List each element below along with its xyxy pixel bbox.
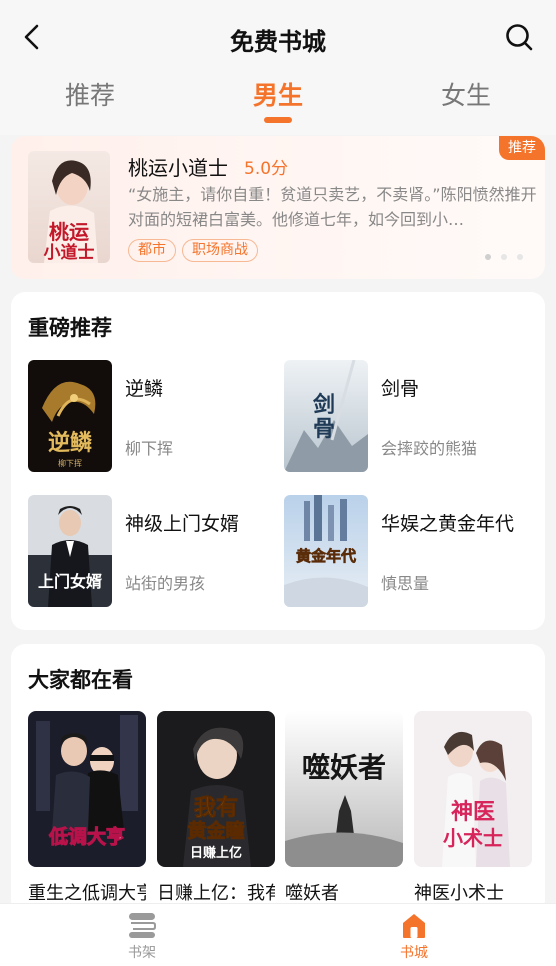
book-author: 会摔跤的熊猫 bbox=[381, 439, 478, 458]
book-title: 噬妖者 bbox=[285, 883, 339, 904]
book-title: 重生之低调大亨 bbox=[28, 883, 146, 904]
banner-cover-title: 桃运 bbox=[49, 220, 89, 244]
section-title: 重磅推荐 bbox=[28, 316, 112, 340]
tag-subgenre[interactable]: 职场商战 bbox=[182, 239, 258, 262]
book-cover[interactable]: 神医 小术士 bbox=[414, 711, 532, 867]
book-cover[interactable]: 噬妖者 bbox=[285, 711, 403, 867]
banner-book-cover[interactable]: 桃运 小道士 bbox=[28, 151, 110, 263]
section-title: 大家都在看 bbox=[28, 668, 133, 692]
popular-section: 大家都在看 低调大亨 重生之低调大亨 我有 黄金瞳 日赚上亿 日赚上亿：我有 噬… bbox=[11, 644, 545, 914]
svg-text:骨: 骨 bbox=[313, 416, 335, 442]
search-button[interactable] bbox=[504, 22, 534, 52]
svg-text:低调大亨: 低调大亨 bbox=[48, 825, 125, 848]
svg-text:日赚上亿: 日赚上亿 bbox=[190, 845, 242, 861]
book-author: 站街的男孩 bbox=[125, 574, 206, 593]
svg-text:小术士: 小术士 bbox=[443, 826, 503, 850]
book-author: 慎思量 bbox=[381, 574, 430, 593]
carousel-dots bbox=[475, 245, 523, 264]
banner-book-score: 5.0分 bbox=[244, 159, 289, 179]
book-title: 剑骨 bbox=[381, 378, 420, 400]
book-item[interactable]: 逆鳞 柳下挥 逆鳞 柳下挥 bbox=[28, 360, 268, 472]
book-cover[interactable]: 我有 黄金瞳 日赚上亿 bbox=[157, 711, 275, 867]
svg-text:我有: 我有 bbox=[194, 795, 238, 821]
book-item[interactable]: 噬妖者 噬妖者 bbox=[285, 711, 403, 905]
category-tabs: 推荐 男生 女生 bbox=[0, 76, 556, 126]
recommend-badge: 推荐 bbox=[499, 136, 545, 160]
book-item[interactable]: 低调大亨 重生之低调大亨 bbox=[28, 711, 146, 905]
search-icon bbox=[506, 24, 533, 51]
bottom-nav: 书架 书城 bbox=[0, 903, 556, 966]
book-cover[interactable]: 逆鳞 柳下挥 bbox=[28, 360, 112, 472]
book-author: 柳下挥 bbox=[125, 439, 174, 458]
banner-book-description: “女施主，请你自重！贫道只卖艺，不卖肾。”陈阳愤然推开对面的短裙白富美。他修道七… bbox=[128, 185, 537, 229]
svg-text:逆鳞: 逆鳞 bbox=[48, 430, 93, 456]
svg-text:黄金瞳: 黄金瞳 bbox=[187, 819, 244, 842]
svg-text:剑: 剑 bbox=[312, 392, 335, 418]
book-item[interactable]: 上门女婿 神级上门女婿 站街的男孩 bbox=[28, 495, 268, 607]
tag-genre[interactable]: 都市 bbox=[128, 239, 176, 262]
nav-bookshelf[interactable]: 书架 bbox=[102, 910, 182, 962]
carousel-dot[interactable] bbox=[501, 254, 507, 260]
bookshelf-icon bbox=[127, 910, 157, 940]
top-area: 免费书城 推荐 男生 女生 bbox=[0, 0, 556, 135]
header: 免费书城 bbox=[0, 0, 556, 76]
svg-text:噬妖者: 噬妖者 bbox=[302, 751, 386, 784]
book-cover[interactable]: 上门女婿 bbox=[28, 495, 112, 607]
book-title: 神医小术士 bbox=[414, 883, 504, 904]
svg-text:黄金年代: 黄金年代 bbox=[296, 547, 356, 565]
svg-text:柳下挥: 柳下挥 bbox=[58, 458, 82, 468]
tab-female[interactable]: 女生 bbox=[406, 76, 526, 112]
book-title: 逆鳞 bbox=[125, 378, 164, 400]
tab-recommend[interactable]: 推荐 bbox=[30, 76, 150, 112]
book-item[interactable]: 黄金年代 华娱之黄金年代 慎思量 bbox=[284, 495, 534, 607]
book-title: 神级上门女婿 bbox=[125, 513, 240, 535]
book-title: 华娱之黄金年代 bbox=[381, 513, 515, 535]
book-title: 日赚上亿：我有黄金瞳 bbox=[157, 883, 275, 904]
featured-banner[interactable]: 推荐 桃运 小道士 桃运小道士 5.0分 “女施主，请你自重！贫道只卖艺，不卖肾… bbox=[11, 136, 545, 279]
nav-label: 书架 bbox=[128, 945, 156, 961]
book-cover[interactable]: 黄金年代 bbox=[284, 495, 368, 607]
nav-label: 书城 bbox=[400, 945, 428, 961]
store-home-icon bbox=[399, 910, 429, 940]
page-title: 免费书城 bbox=[230, 28, 326, 56]
svg-text:小道士: 小道士 bbox=[44, 242, 95, 263]
book-item[interactable]: 神医 小术士 神医小术士 bbox=[414, 711, 532, 905]
book-cover[interactable]: 剑 骨 bbox=[284, 360, 368, 472]
banner-book-title[interactable]: 桃运小道士 bbox=[128, 152, 228, 181]
carousel-dot[interactable] bbox=[517, 254, 523, 260]
tab-male[interactable]: 男生 bbox=[218, 76, 338, 112]
book-cover[interactable]: 低调大亨 bbox=[28, 711, 146, 867]
featured-section: 重磅推荐 逆鳞 柳下挥 逆鳞 柳下挥 剑 骨 剑骨 会摔跤的熊猫 上门女婿 神级… bbox=[11, 292, 545, 630]
carousel-dot[interactable] bbox=[485, 254, 491, 260]
nav-bookstore[interactable]: 书城 bbox=[374, 910, 454, 962]
book-item[interactable]: 我有 黄金瞳 日赚上亿 日赚上亿：我有黄金瞳 bbox=[157, 711, 275, 905]
book-item[interactable]: 剑 骨 剑骨 会摔跤的熊猫 bbox=[284, 360, 534, 472]
svg-text:上门女婿: 上门女婿 bbox=[38, 572, 102, 591]
tab-active-indicator bbox=[264, 117, 292, 123]
svg-text:神医: 神医 bbox=[451, 799, 495, 825]
